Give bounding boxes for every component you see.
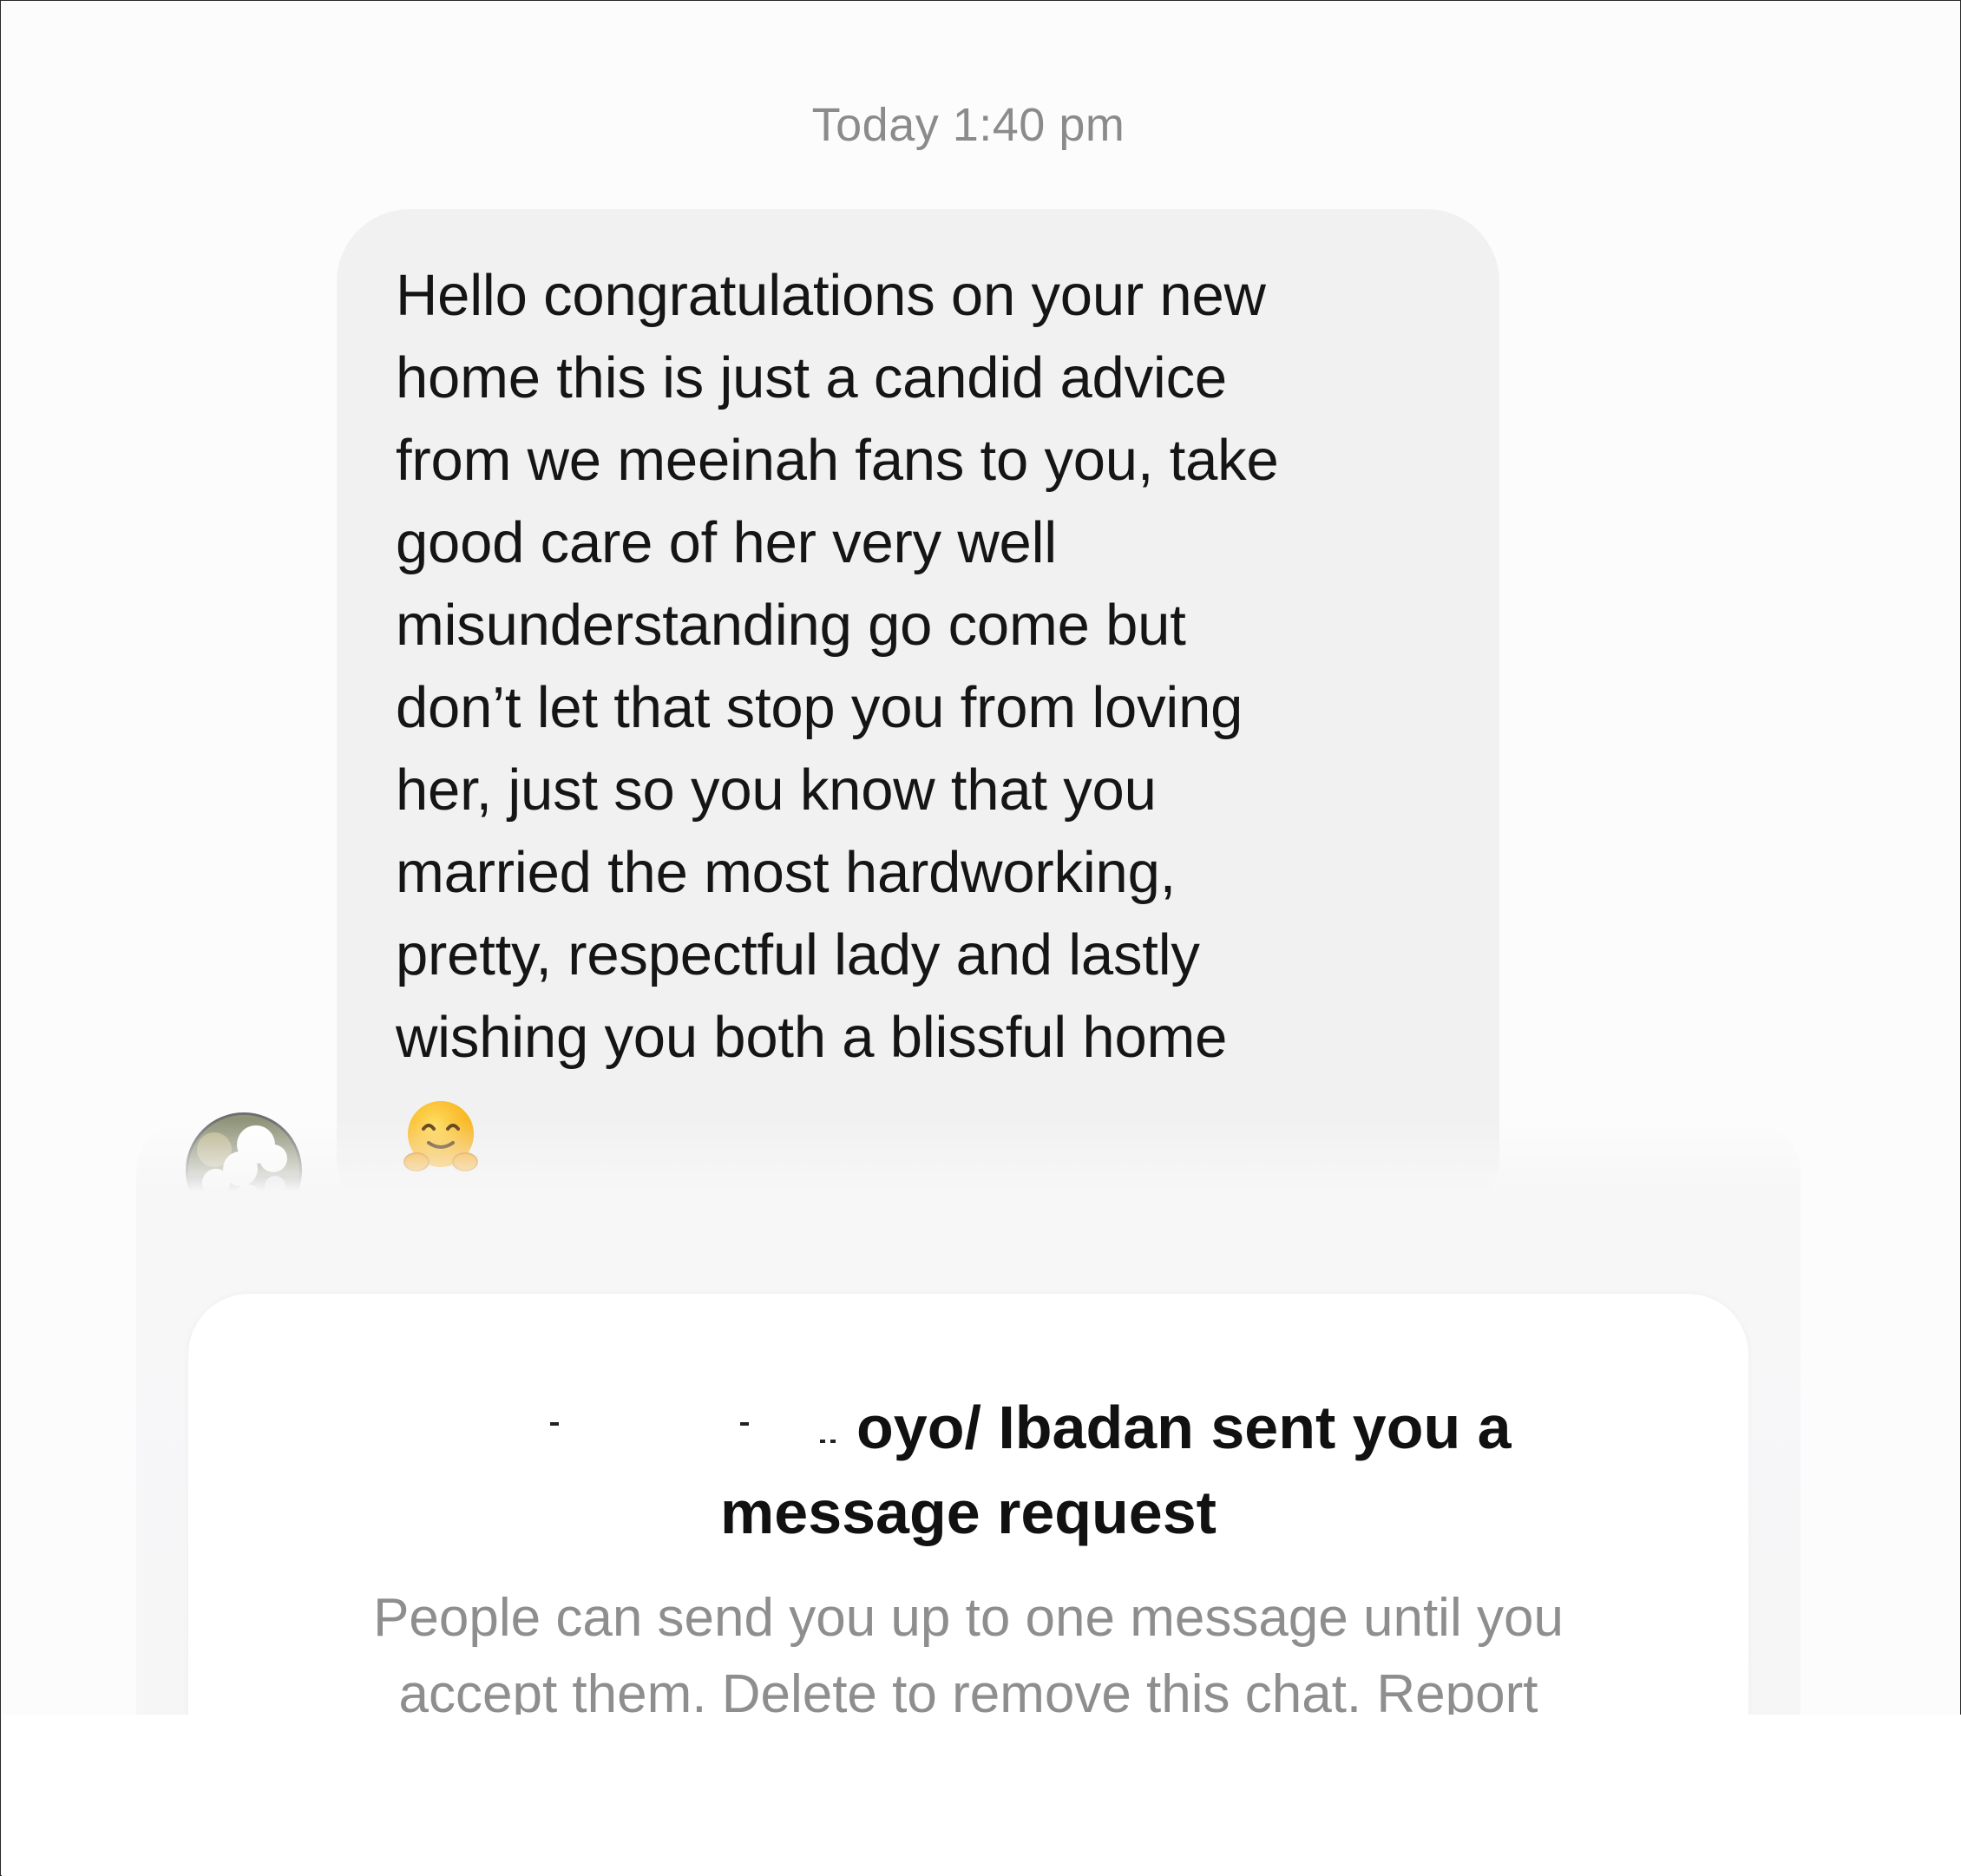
redacted-name-mark [820,1440,825,1443]
message-bubble[interactable]: Hello congratulations on your new home t… [337,209,1499,1230]
redacted-name-mark [830,1440,836,1443]
redacted-name-mark [740,1422,749,1426]
chat-screen: Today 1:40 pm Hello congratulations on y… [0,0,1961,1876]
request-title-line1: oyo/ Ibadan sent you a [856,1394,1512,1461]
message-timestamp: Today 1:40 pm [811,99,1125,151]
request-sheet: oyo/ Ibadan sent you a message request P… [136,1120,1800,1715]
message-text: Hello congratulations on your new home t… [396,263,1279,1070]
redacted-name-mark [550,1422,559,1426]
bottom-area [2,1715,1961,1876]
request-title-line2: message request [720,1479,1217,1546]
message-request-card: oyo/ Ibadan sent you a message request P… [188,1294,1748,1715]
request-description: People can send you up to one message un… [373,1588,1564,1715]
